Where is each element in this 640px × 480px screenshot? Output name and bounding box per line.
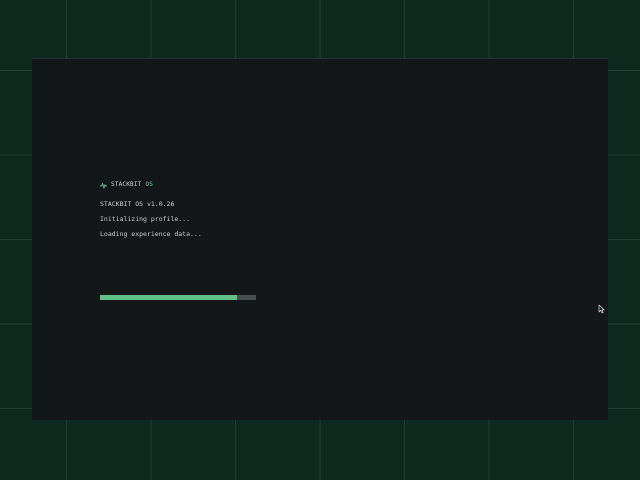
pulse-icon <box>100 182 107 189</box>
loading-progress-bar <box>100 295 256 300</box>
status-line-initializing: Initializing profile... <box>100 215 191 223</box>
boot-screen-window: STACKBIT OS STACKBIT OS v1.0.26 Initiali… <box>32 58 608 420</box>
version-line: STACKBIT OS v1.0.26 <box>100 200 175 208</box>
brand-name: STACKBIT <box>111 181 142 188</box>
brand-header: STACKBIT OS <box>100 181 153 189</box>
loading-progress-fill <box>100 295 238 300</box>
status-line-loading: Loading experience data... <box>100 230 202 238</box>
brand-suffix: OS <box>145 181 154 188</box>
mouse-cursor-icon <box>598 304 605 314</box>
